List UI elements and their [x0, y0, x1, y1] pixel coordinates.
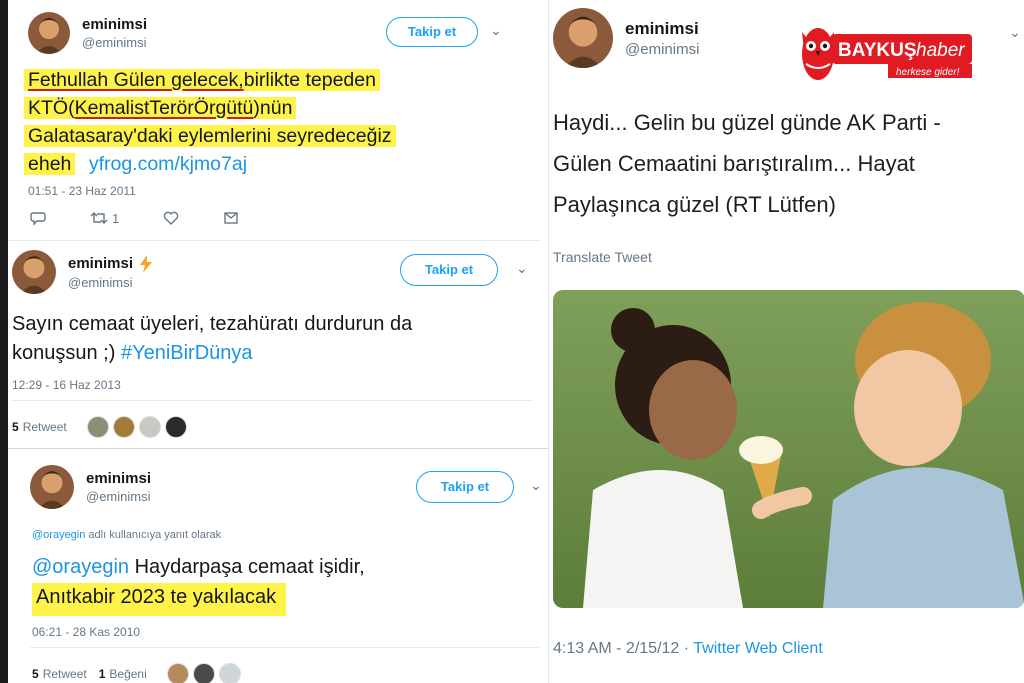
tweet-header: eminimsi @eminimsi: [12, 250, 153, 294]
follow-button[interactable]: Takip et: [386, 17, 478, 47]
text-fragment: )nün: [253, 97, 293, 119]
mention-link[interactable]: @orayegin: [32, 556, 129, 578]
separator: ·: [679, 640, 694, 657]
follow-button[interactable]: Takip et: [400, 254, 498, 286]
text-line: Sayın cemaat üyeleri, tezahüratı durduru…: [12, 313, 413, 335]
tweet-stats: 5 Retweet: [12, 416, 187, 438]
left-edge-strip: [0, 0, 8, 683]
text-line: konuşsun ;): [12, 342, 121, 364]
like-count[interactable]: 1: [99, 667, 106, 681]
user-handle[interactable]: @eminimsi: [68, 275, 153, 290]
tweet-link[interactable]: yfrog.com/kjmo7aj: [89, 153, 247, 175]
avatar[interactable]: [30, 465, 74, 509]
like-label[interactable]: Beğeni: [109, 667, 146, 681]
avatar[interactable]: [112, 416, 135, 438]
tweet-card-4: eminimsi @eminimsi ⌄ Haydi... Gelin bu g…: [548, 0, 1024, 683]
tweet-card-2: eminimsi @eminimsi Takip et ⌄ Sayın cema…: [8, 240, 540, 448]
avatar[interactable]: [553, 8, 613, 68]
text-fragment: birlikte tepeden: [243, 69, 376, 91]
tweet-stats: 5 Retweet 1 Beğeni: [32, 663, 241, 683]
avatar[interactable]: [218, 663, 241, 683]
like-icon: [163, 211, 179, 225]
retweet-label[interactable]: Retweet: [23, 420, 67, 434]
timestamp[interactable]: 01:51 - 23 Haz 2011: [28, 184, 136, 198]
logo-tagline: herkese gider!: [896, 67, 960, 78]
divider: [12, 400, 532, 401]
owl-icon: [802, 28, 834, 80]
tweet-card-3: eminimsi @eminimsi Takip et ⌄ @orayegin …: [8, 448, 550, 683]
text-line: Gülen Cemaatini barıştıralım... Hayat: [553, 151, 915, 176]
retweet-count[interactable]: 5: [12, 420, 19, 434]
baykus-haber-logo: BAYKUŞ haber herkese gider!: [792, 20, 974, 84]
tweet-text: Fethullah Gülen gelecek,birlikte tepeden…: [24, 66, 524, 178]
chevron-down-icon[interactable]: ⌄: [490, 22, 502, 39]
avatar[interactable]: [138, 416, 161, 438]
retweet-label[interactable]: Retweet: [43, 667, 87, 681]
avatar[interactable]: [166, 663, 189, 683]
chevron-down-icon[interactable]: ⌄: [1009, 24, 1021, 41]
display-name[interactable]: eminimsi: [625, 19, 699, 39]
divider: [8, 240, 540, 241]
tweet-header: eminimsi @eminimsi: [30, 465, 151, 509]
retweet-count: 1: [112, 210, 120, 226]
client-link[interactable]: Twitter Web Client: [693, 640, 823, 657]
tweet-photo[interactable]: [553, 290, 1024, 608]
divider: [30, 647, 539, 648]
tweet-header: eminimsi @eminimsi: [28, 12, 147, 54]
reply-icon: [30, 212, 46, 226]
user-handle[interactable]: @eminimsi: [625, 41, 699, 58]
text-line: Haydi... Gelin bu güzel günde AK Parti -: [553, 110, 941, 135]
logo-brand-rest: haber: [916, 40, 965, 61]
underlined-phrase: Fethullah Gülen gelecek,: [28, 69, 244, 91]
avatar[interactable]: [86, 416, 109, 438]
translate-tweet-link[interactable]: Translate Tweet: [553, 249, 652, 265]
follow-button[interactable]: Takip et: [416, 471, 514, 503]
avatar[interactable]: [12, 250, 56, 294]
highlighted-text-line: Anıtkabir 2023 te yakılacak: [32, 583, 287, 616]
underlined-phrase: KemalistTerörÖrgütü: [74, 97, 254, 119]
retweet-icon: [90, 212, 108, 224]
reply-context-text: adlı kullanıcıya yanıt olarak: [85, 529, 222, 541]
tweet-text: Sayın cemaat üyeleri, tezahüratı durduru…: [12, 310, 532, 368]
text-line: Galatasaray'daki eylemlerini seyredeceği…: [24, 125, 396, 147]
display-name[interactable]: eminimsi: [86, 470, 151, 487]
chevron-down-icon[interactable]: ⌄: [516, 260, 528, 277]
tweet-actions: 1: [30, 210, 239, 226]
tweet-card-1: eminimsi @eminimsi Takip et ⌄ Fethullah …: [8, 0, 540, 240]
tweet-footer: 4:13 AM - 2/15/12 · Twitter Web Client: [553, 640, 823, 658]
message-icon: [224, 212, 238, 224]
timestamp[interactable]: 12:29 - 16 Haz 2013: [12, 378, 121, 392]
tweet-text: @orayegin Haydarpaşa cemaat işidir, Anıt…: [32, 552, 532, 616]
user-handle[interactable]: @eminimsi: [86, 489, 151, 504]
text-line: Paylaşınca güzel (RT Lütfen): [553, 192, 836, 217]
avatar[interactable]: [192, 663, 215, 683]
chevron-down-icon[interactable]: ⌄: [530, 477, 542, 494]
message-button[interactable]: [223, 210, 239, 226]
logo-brand-bold: BAYKUŞ: [838, 40, 917, 61]
reply-to-link[interactable]: @orayegin: [32, 529, 85, 541]
retweeter-avatars: [86, 416, 187, 438]
text-line: eheh: [24, 153, 76, 175]
tweet-header: eminimsi @eminimsi: [553, 8, 699, 68]
text-fragment: KTÖ(: [28, 97, 75, 119]
timestamp[interactable]: 06:21 - 28 Kas 2010: [32, 625, 140, 639]
reply-button[interactable]: [30, 210, 46, 226]
like-button[interactable]: [163, 210, 179, 226]
lightning-icon: [140, 254, 153, 273]
display-name[interactable]: eminimsi: [82, 16, 147, 33]
retweeter-avatars: [166, 663, 241, 683]
display-name[interactable]: eminimsi: [68, 255, 133, 272]
text-fragment: Haydarpaşa cemaat işidir,: [129, 556, 365, 578]
retweet-count[interactable]: 5: [32, 667, 39, 681]
hashtag-link[interactable]: #YeniBirDünya: [121, 342, 253, 364]
avatar[interactable]: [28, 12, 70, 54]
reply-context: @orayegin adlı kullanıcıya yanıt olarak: [32, 529, 221, 541]
user-handle[interactable]: @eminimsi: [82, 35, 147, 50]
avatar[interactable]: [164, 416, 187, 438]
tweet-text: Haydi... Gelin bu güzel günde AK Parti -…: [553, 102, 1019, 225]
retweet-button[interactable]: 1: [90, 210, 119, 226]
timestamp[interactable]: 4:13 AM - 2/15/12: [553, 640, 679, 657]
